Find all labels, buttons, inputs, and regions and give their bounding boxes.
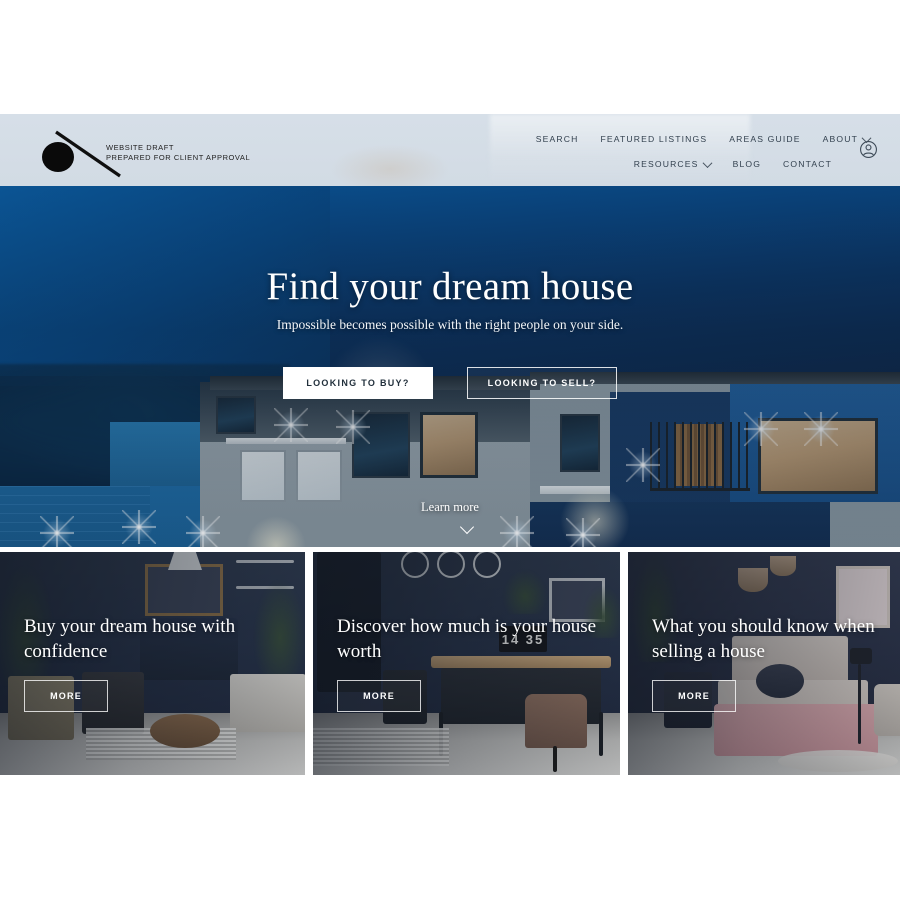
header-image-overlay-secondary xyxy=(330,144,450,186)
card1-more-button[interactable]: MORE xyxy=(24,680,108,712)
chevron-down-icon xyxy=(702,157,713,168)
nav-item-resources[interactable]: RESOURCES xyxy=(633,157,713,169)
user-account-icon[interactable] xyxy=(859,140,878,159)
card2-body: Discover how much is your house worth MO… xyxy=(337,614,602,712)
card2-title: Discover how much is your house worth xyxy=(337,616,597,662)
chevron-down-icon[interactable] xyxy=(459,519,475,535)
site-logo[interactable]: WEBSITE DRAFT PREPARED FOR CLIENT APPROV… xyxy=(34,122,294,180)
looking-to-sell-button[interactable]: LOOKING TO SELL? xyxy=(467,367,617,399)
site-header: WEBSITE DRAFT PREPARED FOR CLIENT APPROV… xyxy=(0,114,900,186)
feature-cards: Buy your dream house with confidence MOR… xyxy=(0,552,900,775)
nav-item-blog-label: BLOG xyxy=(732,159,762,169)
nav-item-featured-listings[interactable]: FEATURED LISTINGS xyxy=(600,134,707,144)
nav-item-areas-guide[interactable]: AREAS GUIDE xyxy=(729,134,800,144)
nav-item-contact[interactable]: CONTACT xyxy=(783,159,832,169)
nav-item-areas-guide-label: AREAS GUIDE xyxy=(729,134,801,144)
card3-body: What you should know when selling a hous… xyxy=(652,614,882,712)
logo-line-2: PREPARED FOR CLIENT APPROVAL xyxy=(106,152,251,162)
nav-row-secondary: RESOURCES BLOG CONTACT xyxy=(470,153,870,175)
nav-item-contact-label: CONTACT xyxy=(783,159,832,169)
main-navigation: SEARCH FEATURED LISTINGS AREAS GUIDE ABO… xyxy=(470,128,872,175)
nav-item-resources-label: RESOURCES xyxy=(633,159,699,169)
page-root: WEBSITE DRAFT PREPARED FOR CLIENT APPROV… xyxy=(0,0,900,900)
looking-to-buy-button[interactable]: LOOKING TO BUY? xyxy=(283,367,433,399)
nav-item-featured-listings-label: FEATURED LISTINGS xyxy=(600,134,708,144)
nav-item-search[interactable]: SEARCH xyxy=(536,134,579,144)
nav-item-about-label: ABOUT xyxy=(822,134,858,144)
logo-draft-notice: WEBSITE DRAFT PREPARED FOR CLIENT APPROV… xyxy=(106,143,250,162)
feature-card-buy[interactable]: Buy your dream house with confidence MOR… xyxy=(0,552,305,775)
card1-title: Buy your dream house with confidence xyxy=(24,616,236,662)
learn-more-link[interactable]: Learn more xyxy=(0,500,900,515)
nav-row-primary: SEARCH FEATURED LISTINGS AREAS GUIDE ABO… xyxy=(470,128,872,150)
logo-line-1: WEBSITE DRAFT xyxy=(106,143,174,152)
card3-more-button[interactable]: MORE xyxy=(652,680,736,712)
hero-cta-group: LOOKING TO BUY? LOOKING TO SELL? xyxy=(0,367,900,399)
hero-content: Find your dream house Impossible becomes… xyxy=(0,186,900,547)
nav-item-search-label: SEARCH xyxy=(535,134,579,144)
card3-title: What you should know when selling a hous… xyxy=(652,616,875,662)
feature-card-selling[interactable]: What you should know when selling a hous… xyxy=(628,552,900,775)
hero-subtitle: Impossible becomes possible with the rig… xyxy=(276,317,624,332)
feature-card-valuation[interactable]: 14 35 Discover how much is your house wo… xyxy=(313,552,620,775)
nav-item-blog[interactable]: BLOG xyxy=(733,159,761,169)
card2-more-button[interactable]: MORE xyxy=(337,680,421,712)
card1-body: Buy your dream house with confidence MOR… xyxy=(24,614,287,712)
hero-title: Find your dream house xyxy=(266,265,634,308)
hero-section: Find your dream house Impossible becomes… xyxy=(0,186,900,547)
